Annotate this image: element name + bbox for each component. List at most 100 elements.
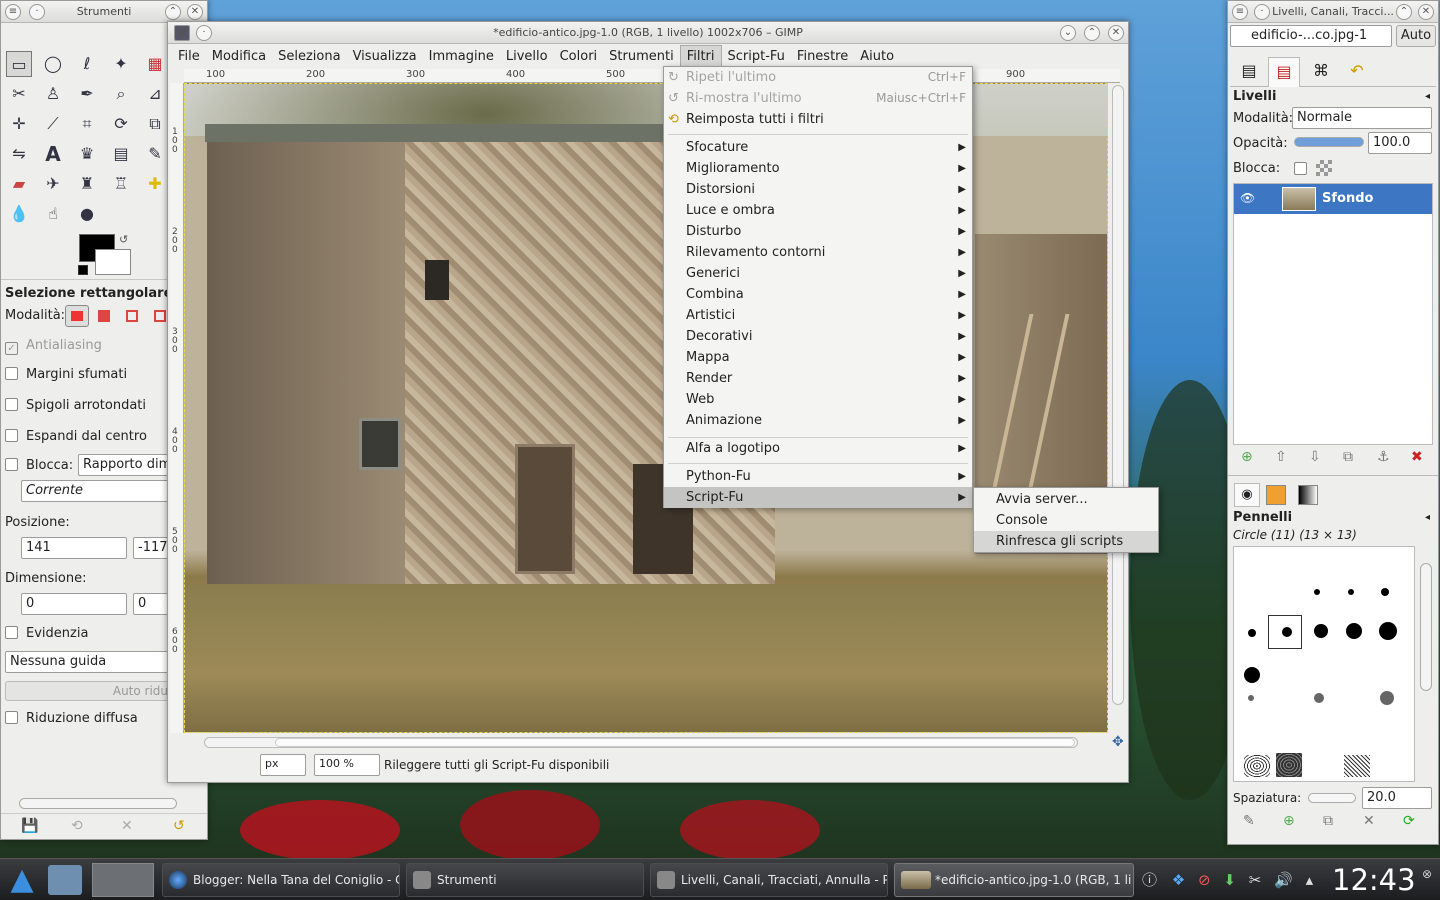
- rect-select-tool-icon[interactable]: ▭: [6, 51, 32, 77]
- menu-item-filter[interactable]: Render ▶: [664, 368, 972, 389]
- menu-item-reset-all[interactable]: ⟲ Reimposta tutti i filtri: [664, 109, 972, 130]
- menu-item-filter[interactable]: Disturbo ▶: [664, 221, 972, 242]
- expand-check[interactable]: [5, 429, 18, 442]
- save-options-icon[interactable]: 💾: [21, 818, 38, 834]
- window-menu-icon[interactable]: ▣: [174, 25, 190, 41]
- brush-swatch[interactable]: [1314, 624, 1328, 638]
- menu-item-filter[interactable]: Rilevamento contorni ▶: [664, 242, 972, 263]
- raise-layer-icon[interactable]: ⇧: [1275, 449, 1287, 465]
- minimize-icon[interactable]: ⌃: [165, 4, 181, 20]
- menu-colors[interactable]: Colori: [554, 46, 604, 68]
- mode-subtract-icon[interactable]: [126, 310, 138, 322]
- tab-layers-icon[interactable]: ▤: [1234, 57, 1264, 87]
- vertical-scrollbar[interactable]: [1112, 85, 1124, 705]
- ellipse-select-tool-icon[interactable]: ◯: [40, 51, 66, 77]
- menu-windows[interactable]: Finestre: [791, 46, 854, 68]
- menu-item-filter[interactable]: Mappa ▶: [664, 347, 972, 368]
- reset-options-icon[interactable]: ↺: [173, 818, 185, 834]
- eraser-tool-icon[interactable]: ▰: [6, 171, 32, 197]
- lock-pixels-check[interactable]: [1294, 162, 1307, 175]
- layer-row[interactable]: 👁 Sfondo: [1234, 184, 1432, 214]
- auto-button[interactable]: Auto: [1396, 25, 1436, 47]
- tab-brushes-icon[interactable]: ◉: [1234, 483, 1260, 507]
- file-manager-icon[interactable]: [48, 865, 82, 895]
- antialiasing-checkbox[interactable]: ✓ Antialiasing: [5, 338, 102, 355]
- tab-gradients-icon[interactable]: [1298, 485, 1318, 505]
- duplicate-layer-icon[interactable]: ⧉: [1343, 449, 1353, 465]
- crop-tool-icon[interactable]: ⌗: [74, 111, 100, 137]
- new-brush-icon[interactable]: ⊕: [1283, 813, 1295, 829]
- zoom-combo[interactable]: 100 %: [314, 754, 380, 776]
- rounded-checkbox[interactable]: Spigoli arrotondati: [5, 398, 146, 413]
- task-layers[interactable]: Livelli, Canali, Tracciati, Annulla - P: [650, 863, 888, 897]
- menu-item-filter[interactable]: Animazione ▶: [664, 410, 972, 431]
- minimize-icon[interactable]: ⌄: [1060, 25, 1076, 41]
- menu-item-filter[interactable]: Luce e ombra ▶: [664, 200, 972, 221]
- image-select-combo[interactable]: edificio-...co.jpg-1: [1230, 25, 1392, 47]
- minimize-icon[interactable]: ⌃: [1396, 4, 1412, 20]
- position-x-input[interactable]: 141: [21, 537, 127, 559]
- menu-item-filter[interactable]: Decorativi ▶: [664, 326, 972, 347]
- brushes-grid[interactable]: [1233, 546, 1415, 782]
- move-tool-icon[interactable]: ✛: [6, 111, 32, 137]
- maximize-icon[interactable]: ⌃: [1084, 25, 1100, 41]
- info-icon[interactable]: ⓘ: [1142, 871, 1157, 889]
- measure-tool-icon[interactable]: ⊿: [142, 81, 168, 107]
- delete-options-icon[interactable]: ✕: [121, 818, 133, 834]
- highlight-checkbox[interactable]: Evidenzia: [5, 626, 88, 641]
- opacity-slider[interactable]: [1294, 137, 1364, 147]
- bucket-fill-tool-icon[interactable]: ♛: [74, 141, 100, 167]
- lower-layer-icon[interactable]: ⇩: [1309, 449, 1321, 465]
- brush-swatch[interactable]: [1348, 589, 1354, 595]
- brush-swatch[interactable]: [1380, 691, 1394, 705]
- background-color[interactable]: [95, 249, 131, 275]
- task-image[interactable]: *edificio-antico.jpg-1.0 (RGB, 1 li: [894, 863, 1134, 897]
- menu-item-reshow-last[interactable]: ↺ Ri-mostra l'ultimo Maiusc+Ctrl+F: [664, 88, 972, 109]
- shrink-merged-check[interactable]: [5, 711, 18, 724]
- menu-item-alpha-logo[interactable]: Alfa a logotipo ▶: [664, 438, 972, 459]
- restore-options-icon[interactable]: ⟲: [71, 818, 83, 834]
- menu-image[interactable]: Immagine: [423, 46, 500, 68]
- anchor-layer-icon[interactable]: ⚓: [1377, 449, 1390, 465]
- expand-checkbox[interactable]: Espandi dal centro: [5, 429, 147, 444]
- menu-item-refresh-scripts[interactable]: Rinfresca gli scripts: [974, 531, 1158, 552]
- brush-swatch[interactable]: [1244, 755, 1270, 777]
- brush-swatch[interactable]: [1248, 629, 1256, 637]
- horizontal-ruler[interactable]: 100 200 300 400 500 900: [184, 69, 1120, 83]
- pencil-tool-icon[interactable]: ✎: [142, 141, 168, 167]
- close-icon[interactable]: ✕: [1418, 4, 1434, 20]
- menu-item-filter[interactable]: Distorsioni ▶: [664, 179, 972, 200]
- fuzzy-select-tool-icon[interactable]: ✦: [108, 51, 134, 77]
- ink-tool-icon[interactable]: ♜: [74, 171, 100, 197]
- layers-list[interactable]: 👁 Sfondo: [1233, 183, 1433, 445]
- sticky-icon[interactable]: ·: [29, 4, 45, 20]
- rotate-tool-icon[interactable]: ⟳: [108, 111, 134, 137]
- task-toolbox[interactable]: Strumenti: [406, 863, 644, 897]
- feather-check[interactable]: [5, 367, 18, 380]
- menu-item-console[interactable]: Console: [974, 510, 1158, 531]
- menu-item-filter[interactable]: Miglioramento ▶: [664, 158, 972, 179]
- volume-icon[interactable]: 🔊: [1274, 871, 1293, 889]
- size-w-input[interactable]: 0: [21, 593, 127, 615]
- clipboard-icon[interactable]: ✂: [1249, 871, 1262, 889]
- dodge-burn-tool-icon[interactable]: ●: [74, 201, 100, 227]
- heal-tool-icon[interactable]: ✚: [142, 171, 168, 197]
- close-icon[interactable]: ✕: [187, 4, 203, 20]
- menu-edit[interactable]: Modifica: [206, 46, 272, 68]
- feather-checkbox[interactable]: Margini sfumati: [5, 367, 127, 382]
- mode-replace-button[interactable]: [65, 305, 89, 327]
- align-tool-icon[interactable]: ⟋: [40, 111, 66, 137]
- duplicate-brush-icon[interactable]: ⧉: [1323, 813, 1333, 829]
- foreground-select-tool-icon[interactable]: ♙: [40, 81, 66, 107]
- network-icon[interactable]: ⊘: [1198, 871, 1211, 889]
- swap-colors-icon[interactable]: ↺: [119, 233, 128, 246]
- menu-item-filter[interactable]: Web ▶: [664, 389, 972, 410]
- app-launcher-icon[interactable]: ▲: [4, 863, 40, 897]
- tab-channels-icon[interactable]: ▤: [1268, 57, 1300, 87]
- menu-item-filter[interactable]: Generici ▶: [664, 263, 972, 284]
- brush-swatch[interactable]: [1276, 753, 1302, 777]
- menu-layer[interactable]: Livello: [500, 46, 554, 68]
- paths-tool-icon[interactable]: ✒: [74, 81, 100, 107]
- tray-expand-icon[interactable]: ▴: [1306, 871, 1314, 889]
- clock[interactable]: 12:43: [1332, 861, 1416, 899]
